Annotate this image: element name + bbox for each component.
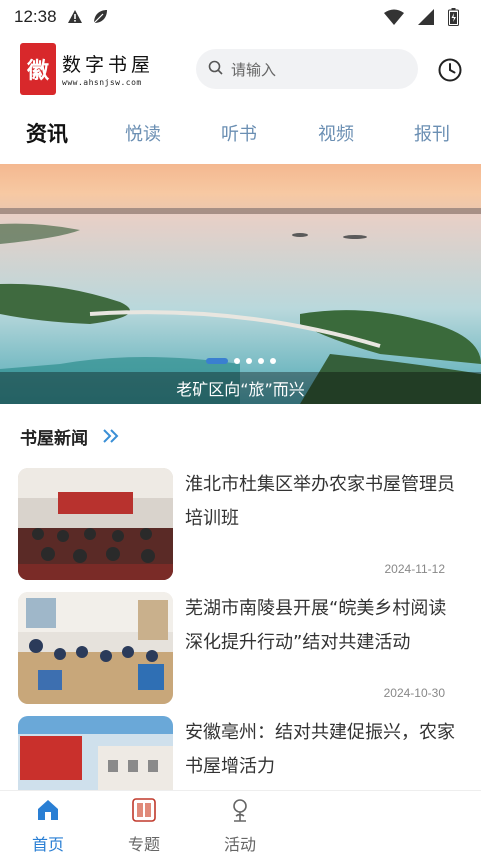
app-logo[interactable]: 徽 数字书屋 www.ahsnjsw.com: [20, 42, 170, 96]
nav-topics[interactable]: 专题: [109, 797, 179, 855]
topic-icon: [131, 797, 157, 827]
search-input[interactable]: 请输入: [196, 49, 418, 89]
tab-video[interactable]: 视频: [318, 120, 354, 146]
wifi-icon: [384, 9, 404, 25]
carousel-dot[interactable]: [233, 358, 240, 364]
category-tabs: 资讯 悦读 听书 视频 报刊: [0, 112, 481, 156]
search-placeholder: 请输入: [231, 60, 277, 79]
status-bar: 12:38: [0, 0, 481, 34]
double-chevron-right-icon[interactable]: [102, 428, 120, 444]
logo-name: 数字书屋: [62, 53, 155, 76]
carousel-dot[interactable]: [257, 358, 264, 364]
tab-audiobooks[interactable]: 听书: [221, 120, 257, 146]
nav-activities[interactable]: 活动: [205, 797, 275, 855]
battery-icon: [448, 8, 459, 26]
home-icon: [35, 797, 61, 827]
carousel-dot[interactable]: [269, 358, 276, 364]
news-thumbnail: [18, 468, 173, 580]
carousel-dots: [0, 358, 481, 364]
logo-seal: 徽: [20, 43, 56, 95]
news-title: 安徽亳州：结对共建促振兴，农家书屋增活力: [185, 722, 455, 777]
tab-periodicals[interactable]: 报刊: [414, 120, 450, 146]
activity-icon: [227, 797, 253, 827]
app-header: 徽 数字书屋 www.ahsnjsw.com 请输入: [0, 40, 481, 98]
banner-carousel[interactable]: 老矿区向“旅”而兴: [0, 164, 481, 404]
signal-icon: [418, 9, 434, 25]
section-header: 书屋新闻: [20, 422, 120, 450]
warning-icon: [67, 9, 83, 25]
search-icon: [208, 60, 223, 79]
banner-caption: 老矿区向“旅”而兴: [0, 372, 481, 404]
news-date: 2024-10-30: [383, 686, 445, 700]
news-title: 芜湖市南陵县开展“皖美乡村阅读深化提升行动”结对共建活动: [185, 598, 447, 653]
nav-home-label: 首页: [31, 835, 64, 854]
bottom-nav: 首页 专题 活动: [0, 790, 481, 855]
nav-activities-label: 活动: [223, 835, 256, 854]
clock-icon[interactable]: [436, 56, 464, 84]
news-item[interactable]: 淮北市杜集区举办农家书屋管理员培训班 2024-11-12: [0, 468, 481, 584]
logo-url: www.ahsnjsw.com: [62, 77, 142, 87]
news-item[interactable]: 芜湖市南陵县开展“皖美乡村阅读深化提升行动”结对共建活动 2024-10-30: [0, 592, 481, 708]
news-date: 2024-11-12: [384, 562, 446, 576]
carousel-dot[interactable]: [205, 358, 228, 364]
tab-news[interactable]: 资讯: [26, 118, 68, 148]
banner-image: [0, 164, 481, 404]
nav-home[interactable]: 首页: [13, 797, 83, 855]
news-title: 淮北市杜集区举办农家书屋管理员培训班: [185, 474, 455, 529]
carousel-dot[interactable]: [245, 358, 252, 364]
status-time: 12:38: [14, 7, 57, 26]
section-title: 书屋新闻: [20, 428, 88, 449]
leaf-icon: [91, 8, 109, 26]
nav-topics-label: 专题: [127, 835, 160, 854]
news-thumbnail: [18, 592, 173, 704]
tab-reading[interactable]: 悦读: [125, 120, 161, 146]
